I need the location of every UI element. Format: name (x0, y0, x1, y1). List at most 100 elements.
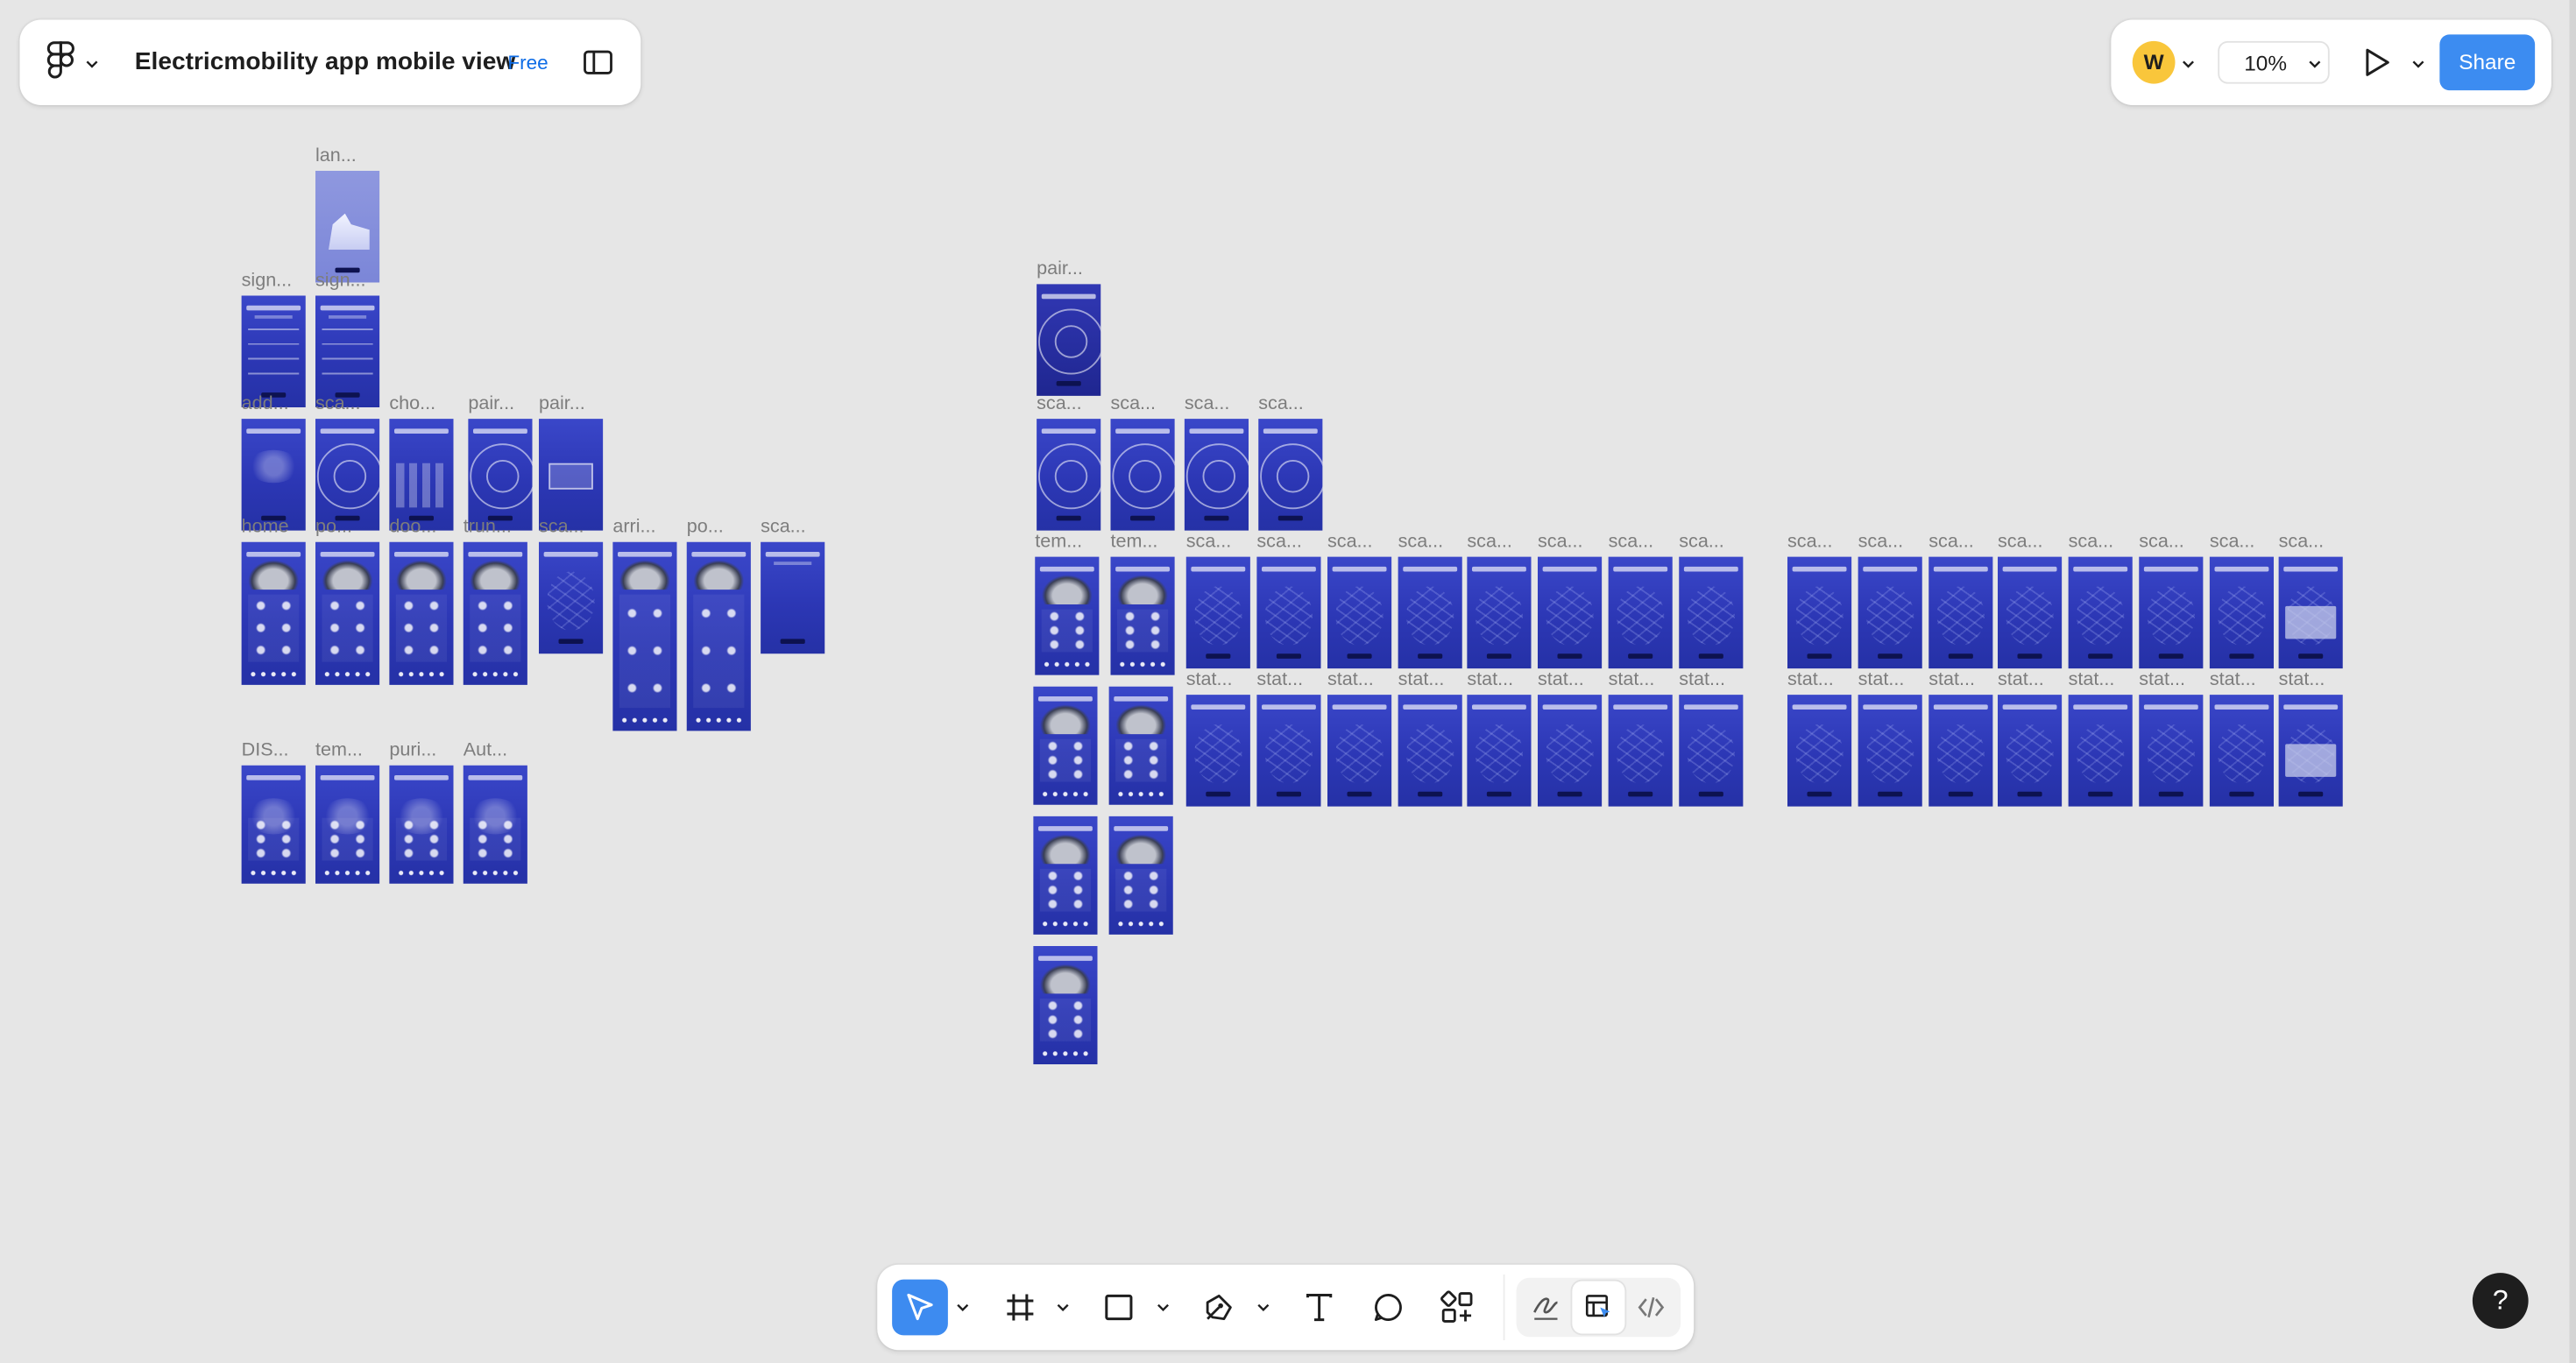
canvas-frame[interactable] (1033, 816, 1098, 935)
frame-label[interactable]: sca... (1928, 533, 1974, 554)
shape-tool-button[interactable] (1091, 1280, 1147, 1336)
canvas-frame[interactable]: sca... (1256, 533, 1321, 669)
canvas-frame[interactable]: sca... (1679, 533, 1744, 669)
frame-label[interactable]: sca... (1858, 533, 1904, 554)
canvas-frame[interactable]: lan... (315, 146, 380, 283)
canvas-frame[interactable]: sca... (1538, 533, 1603, 669)
frame-tool-button[interactable] (993, 1280, 1049, 1336)
frame-label[interactable]: stat... (2210, 670, 2256, 691)
frame-label[interactable]: stat... (2139, 670, 2185, 691)
canvas-frame[interactable]: stat... (2278, 670, 2343, 807)
help-button[interactable]: ? (2472, 1273, 2529, 1329)
canvas-frame[interactable]: tem... (315, 741, 380, 884)
canvas-frame[interactable]: stat... (1998, 670, 2063, 807)
frame-label[interactable]: trun... (464, 518, 512, 539)
canvas-frame[interactable]: sca... (1037, 394, 1101, 531)
chevron-down-icon[interactable] (2308, 58, 2321, 71)
frame-label[interactable]: sca... (1186, 533, 1232, 554)
frame-label[interactable]: sca... (1538, 533, 1583, 554)
plan-badge[interactable]: Free (498, 45, 558, 81)
canvas-frame[interactable]: sign... (315, 271, 380, 407)
frame-label[interactable]: stat... (1609, 670, 1655, 691)
frame-label[interactable]: DIS... (242, 741, 289, 762)
design-canvas[interactable]: lan... sign... sign... add... sca... cho... pa… (0, 0, 2576, 1363)
canvas-frame[interactable]: cho... (389, 394, 454, 531)
canvas-frame[interactable]: stat... (1858, 670, 1922, 807)
canvas-frame[interactable]: tem... (1110, 533, 1175, 675)
frame-label[interactable]: stat... (1186, 670, 1233, 691)
canvas-frame[interactable]: sca... (1258, 394, 1323, 531)
figma-logo-icon[interactable] (46, 41, 76, 81)
frame-label[interactable]: sca... (1258, 394, 1304, 415)
frame-label[interactable]: sca... (1111, 394, 1157, 415)
frame-label[interactable]: sca... (1998, 533, 2043, 554)
draw-mode-button[interactable] (1519, 1282, 1572, 1334)
canvas-frame[interactable]: po... (686, 518, 751, 731)
frame-label[interactable]: puri... (389, 741, 436, 762)
canvas-frame[interactable]: stat... (2209, 670, 2274, 807)
frame-label[interactable]: sca... (1609, 533, 1654, 554)
frame-label[interactable]: cho... (389, 394, 435, 415)
canvas-frame[interactable]: stat... (1608, 670, 1673, 807)
canvas-frame[interactable]: sca... (1928, 533, 1993, 669)
pen-tool-button[interactable] (1191, 1280, 1247, 1336)
canvas-frame[interactable] (1108, 686, 1173, 805)
canvas-frame[interactable]: add... (241, 394, 306, 531)
frame-label[interactable]: sca... (1185, 394, 1230, 415)
frame-label[interactable]: po... (687, 518, 724, 539)
chevron-down-icon[interactable] (1057, 1301, 1070, 1314)
canvas-frame[interactable]: sca... (1858, 533, 1922, 669)
chevron-down-icon[interactable] (2412, 58, 2425, 71)
frame-label[interactable]: stat... (1998, 670, 2044, 691)
frame-label[interactable]: tem... (1035, 533, 1082, 554)
canvas-frame[interactable] (1108, 816, 1173, 935)
canvas-frame[interactable]: stat... (2068, 670, 2133, 807)
frame-label[interactable]: sca... (2210, 533, 2255, 554)
canvas-frame[interactable]: stat... (1185, 670, 1250, 807)
canvas-frame[interactable] (1033, 686, 1098, 805)
canvas-frame[interactable]: sca... (761, 518, 825, 654)
frame-label[interactable]: sca... (539, 518, 584, 539)
user-avatar[interactable]: W (2132, 40, 2176, 84)
canvas-frame[interactable]: sca... (1998, 533, 2063, 669)
present-play-icon[interactable] (2362, 46, 2392, 80)
frame-label[interactable]: sca... (1037, 394, 1082, 415)
canvas-frame[interactable]: sca... (2278, 533, 2343, 669)
canvas-frame[interactable]: arri... (612, 518, 677, 731)
canvas-frame[interactable]: sca... (1327, 533, 1392, 669)
frame-label[interactable]: sca... (1398, 533, 1444, 554)
canvas-frame[interactable]: sca... (1467, 533, 1532, 669)
canvas-frame[interactable]: stat... (1787, 670, 1852, 807)
frame-label[interactable]: stat... (1928, 670, 1975, 691)
frame-label[interactable]: sca... (1256, 533, 1302, 554)
frame-label[interactable]: sca... (1787, 533, 1833, 554)
frame-label[interactable]: add... (242, 394, 289, 415)
frame-label[interactable]: stat... (1787, 670, 1834, 691)
canvas-frame[interactable]: pair... (1037, 259, 1101, 396)
frame-label[interactable]: stat... (1538, 670, 1584, 691)
actions-tool-button[interactable] (1429, 1280, 1485, 1336)
frame-label[interactable]: stat... (1256, 670, 1303, 691)
canvas-frame[interactable]: sca... (1184, 394, 1249, 531)
canvas-frame[interactable] (1033, 946, 1098, 1064)
canvas-frame[interactable]: sca... (315, 394, 380, 531)
canvas-frame[interactable]: stat... (2139, 670, 2204, 807)
frame-label[interactable]: stat... (2279, 670, 2325, 691)
frame-label[interactable]: sign... (242, 271, 293, 292)
canvas-frame[interactable]: sca... (2139, 533, 2204, 669)
canvas-frame[interactable]: sca... (1608, 533, 1673, 669)
canvas-scrollbar[interactable] (2569, 0, 2576, 1363)
canvas-frame[interactable]: doo... (389, 518, 454, 685)
canvas-frame[interactable]: stat... (1679, 670, 1744, 807)
canvas-frame[interactable]: home (241, 518, 306, 685)
frame-label[interactable]: sca... (2279, 533, 2325, 554)
comment-tool-button[interactable] (1361, 1280, 1417, 1336)
canvas-frame[interactable]: sign... (241, 271, 306, 407)
dev-mode-button[interactable] (1624, 1282, 1677, 1334)
frame-label[interactable]: tem... (315, 741, 363, 762)
canvas-frame[interactable]: sca... (1398, 533, 1462, 669)
chevron-down-icon[interactable] (1256, 1301, 1270, 1314)
sidebar-toggle-icon[interactable] (584, 49, 613, 75)
frame-label[interactable]: pair... (539, 394, 585, 415)
frame-label[interactable]: stat... (1398, 670, 1445, 691)
